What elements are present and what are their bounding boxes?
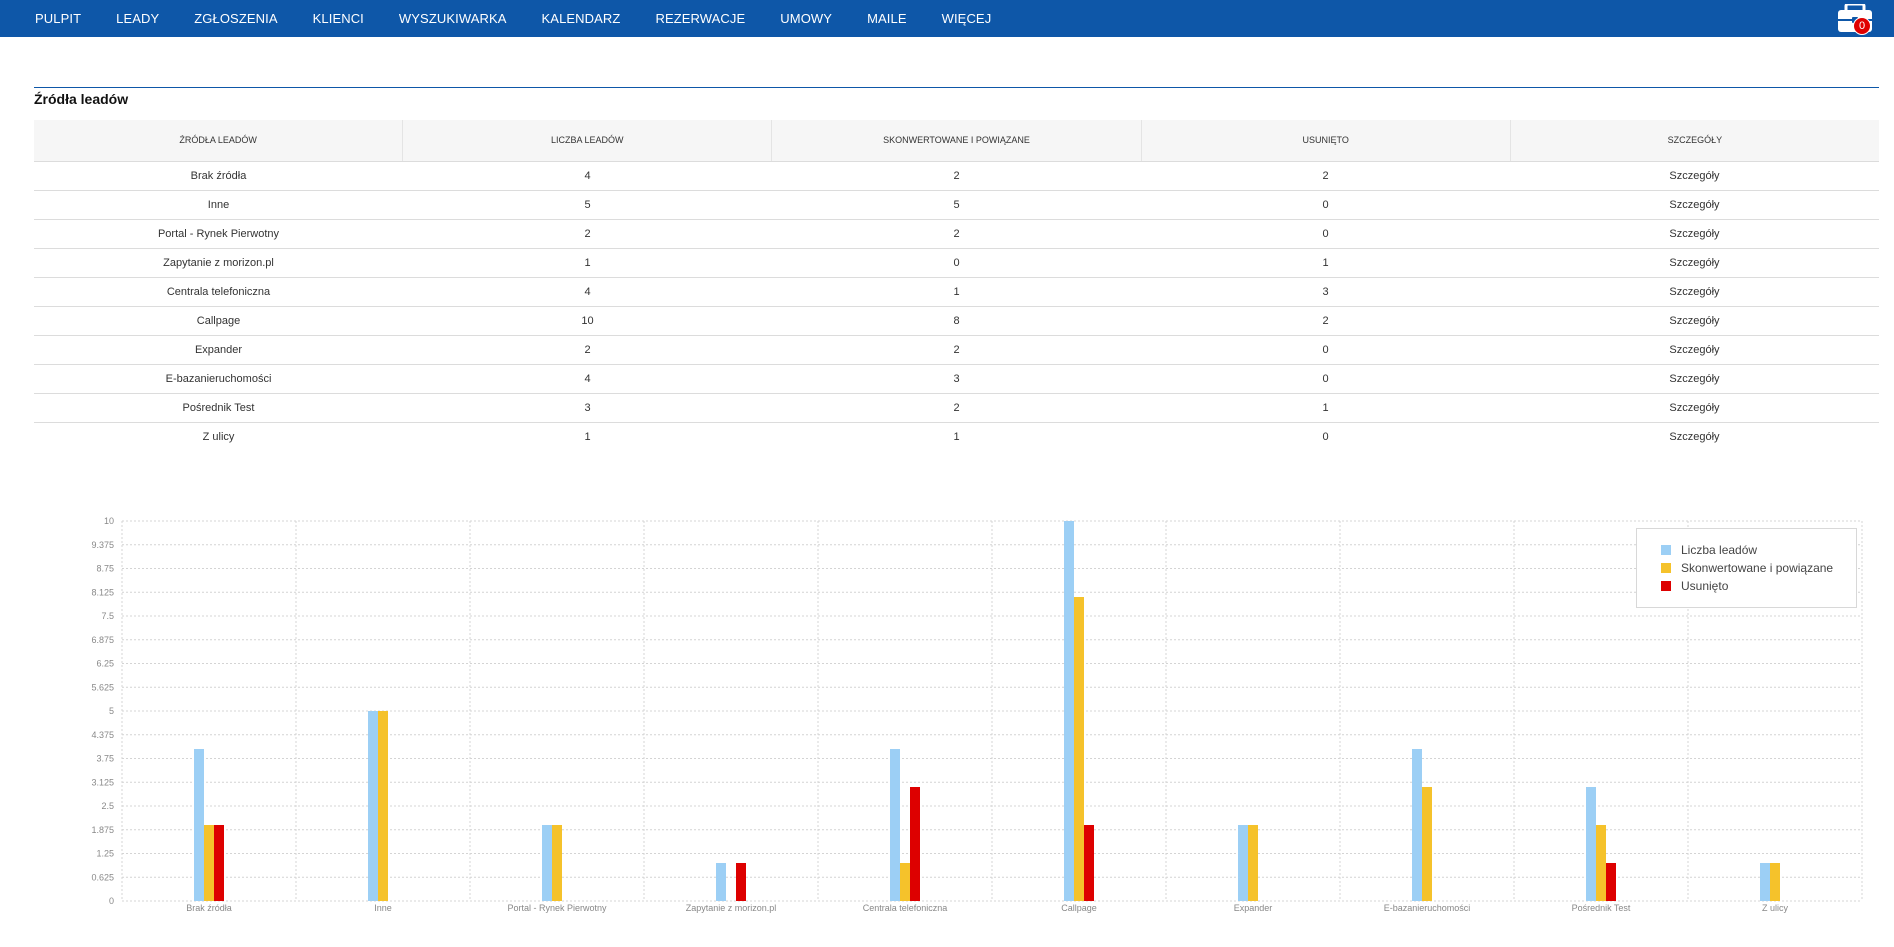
y-tick-label: 6.875 [91, 635, 114, 645]
bar-leads-7[interactable] [1412, 749, 1422, 901]
x-tick-label: Z ulicy [1762, 903, 1789, 913]
x-tick-label: Brak źródła [186, 903, 232, 913]
bar-converted-9[interactable] [1770, 863, 1780, 901]
y-tick-label: 6.25 [96, 659, 114, 669]
y-tick-label: 10 [104, 516, 114, 526]
bar-leads-6[interactable] [1238, 825, 1248, 901]
bar-converted-1[interactable] [378, 711, 388, 901]
y-tick-label: 8.125 [91, 587, 114, 597]
y-tick-label: 5.625 [91, 682, 114, 692]
bar-deleted-3[interactable] [736, 863, 746, 901]
x-tick-label: Expander [1234, 903, 1273, 913]
y-tick-label: 9.375 [91, 540, 114, 550]
bar-converted-4[interactable] [900, 863, 910, 901]
bar-converted-5[interactable] [1074, 597, 1084, 901]
bar-leads-9[interactable] [1760, 863, 1770, 901]
legend-swatch [1661, 581, 1671, 591]
x-tick-label: Callpage [1061, 903, 1097, 913]
legend-label: Liczba leadów [1681, 543, 1758, 557]
bar-leads-1[interactable] [368, 711, 378, 901]
x-tick-label: E-bazanieruchomości [1384, 903, 1471, 913]
bar-converted-6[interactable] [1248, 825, 1258, 901]
y-tick-label: 4.375 [91, 730, 114, 740]
bar-converted-8[interactable] [1596, 825, 1606, 901]
bar-leads-3[interactable] [716, 863, 726, 901]
legend-label: Skonwertowane i powiązane [1681, 561, 1834, 575]
y-tick-label: 7.5 [101, 611, 114, 621]
legend-item[interactable]: Skonwertowane i powiązane [1661, 559, 1833, 577]
x-tick-label: Portal - Rynek Pierwotny [507, 903, 607, 913]
bar-converted-2[interactable] [552, 825, 562, 901]
y-tick-label: 5 [109, 706, 114, 716]
bar-converted-0[interactable] [204, 825, 214, 901]
bar-deleted-5[interactable] [1084, 825, 1094, 901]
y-tick-label: 1.25 [96, 849, 114, 859]
y-tick-label: 1.875 [91, 825, 114, 835]
bar-leads-5[interactable] [1064, 521, 1074, 901]
legend-item[interactable]: Liczba leadów [1661, 541, 1757, 559]
y-tick-label: 8.75 [96, 564, 114, 574]
legend-swatch [1661, 563, 1671, 573]
y-tick-label: 3.125 [91, 777, 114, 787]
bar-deleted-8[interactable] [1606, 863, 1616, 901]
y-tick-label: 3.75 [96, 754, 114, 764]
bar-deleted-0[interactable] [214, 825, 224, 901]
bar-converted-7[interactable] [1422, 787, 1432, 901]
y-tick-label: 2.5 [101, 801, 114, 811]
lead-sources-bar-chart: 0 0.625 1.25 1.875 2.5 3.125 3.75 4.375 5 5.625 6.… [91, 516, 1863, 913]
bar-leads-4[interactable] [890, 749, 900, 901]
y-tick-label: 0.625 [91, 872, 114, 882]
legend-item[interactable]: Usunięto [1661, 577, 1728, 595]
y-tick-label: 0 [109, 896, 114, 906]
bar-deleted-4[interactable] [910, 787, 920, 901]
bar-leads-2[interactable] [542, 825, 552, 901]
x-tick-label: Centrala telefoniczna [863, 903, 948, 913]
legend-swatch [1661, 545, 1671, 555]
bar-leads-0[interactable] [194, 749, 204, 901]
bar-leads-8[interactable] [1586, 787, 1596, 901]
x-tick-label: Pośrednik Test [1572, 903, 1631, 913]
chart-legend: Liczba leadów Skonwertowane i powiązane Us… [1636, 528, 1857, 608]
x-tick-label: Zapytanie z morizon.pl [686, 903, 777, 913]
legend-label: Usunięto [1681, 579, 1729, 593]
x-tick-label: Inne [374, 903, 392, 913]
